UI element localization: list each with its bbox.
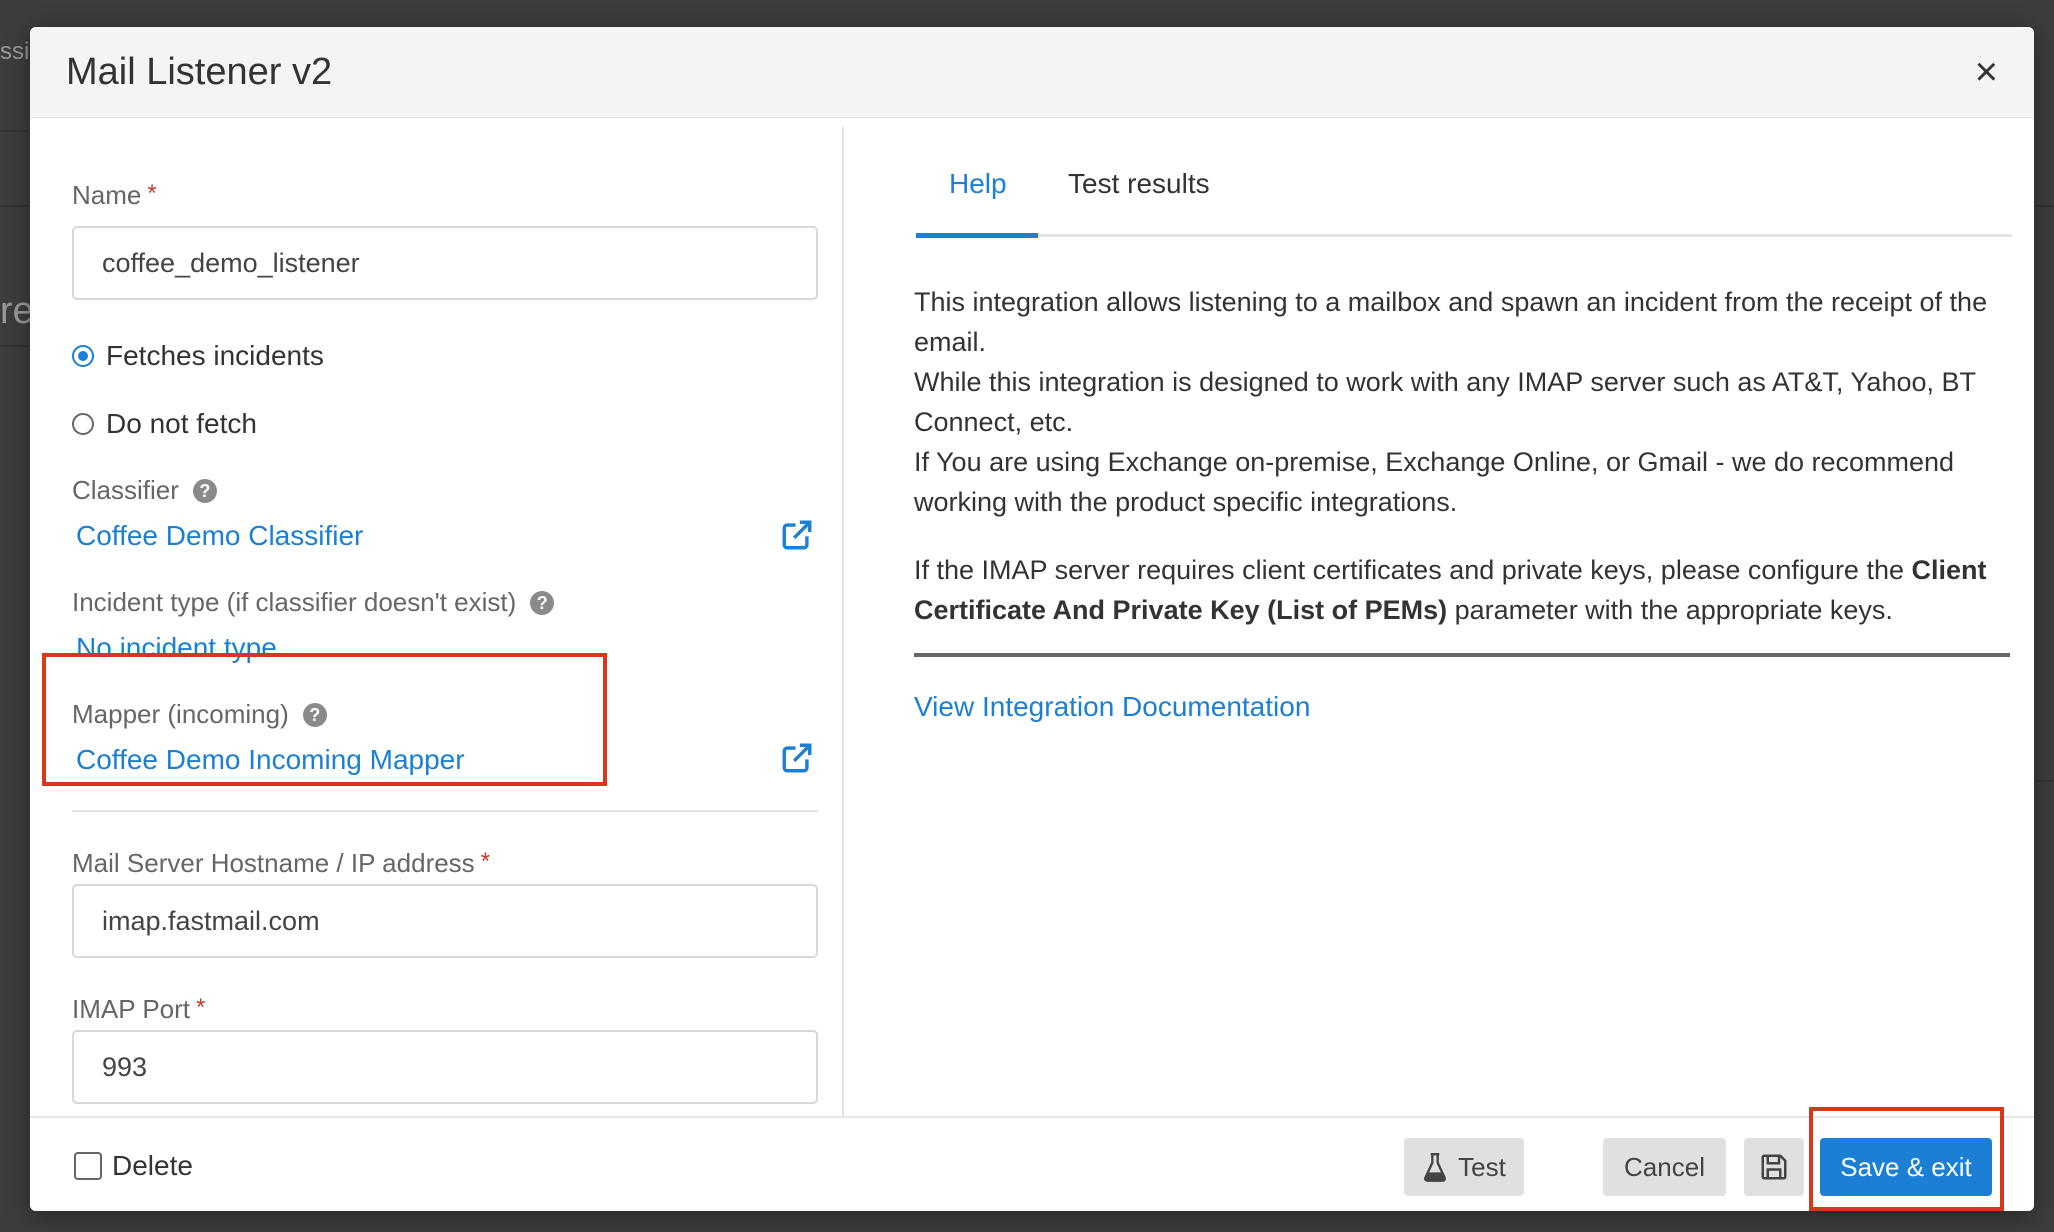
radio-button-checked[interactable] [72,345,94,367]
help-paragraph: This integration allows listening to a m… [914,287,1988,357]
radio-label: Do not fetch [106,408,257,439]
classifier-label-text: Classifier [72,475,179,505]
radio-do-not-fetch[interactable]: Do not fetch [72,408,257,440]
question-circle-icon[interactable]: ? [530,591,555,615]
help-panel: Help Test results This integration allow… [846,118,2034,1136]
background-divider [0,345,30,347]
help-paragraph: If the IMAP server requires client certi… [914,550,2024,630]
classifier-label: Classifier? [72,475,217,506]
help-certificates-note: If the IMAP server requires client certi… [914,550,2024,630]
imap-port-label-text: IMAP Port [72,994,191,1024]
question-circle-icon[interactable]: ? [192,479,217,503]
test-button-label: Test [1458,1152,1506,1182]
tabs-underline [916,234,2012,237]
help-paragraph: If You are using Exchange on-premise, Ex… [914,447,1955,517]
incident-type-label-text: Incident type (if classifier doesn't exi… [72,587,517,617]
classifier-link[interactable]: Coffee Demo Classifier [76,520,363,552]
mapper-label-text: Mapper (incoming) [72,699,289,729]
flask-icon [1424,1152,1447,1182]
test-button[interactable]: Test [1404,1138,1524,1196]
hostname-label: Mail Server Hostname / IP address * [72,848,490,879]
help-divider [914,653,2010,657]
name-input[interactable]: coffee_demo_listener [72,226,818,300]
external-link-icon[interactable] [780,518,814,552]
hostname-label-text: Mail Server Hostname / IP address [72,848,475,878]
cancel-button[interactable]: Cancel [1603,1138,1726,1196]
name-label: Name * [72,180,157,211]
hostname-input[interactable]: imap.fastmail.com [72,884,818,958]
required-mark: * [480,848,491,875]
save-and-exit-button[interactable]: Save & exit [1820,1138,1992,1196]
help-paragraph: While this integration is designed to wo… [914,367,1976,437]
required-mark: * [147,180,157,207]
imap-port-input[interactable]: 993 [72,1030,818,1104]
close-icon[interactable]: × [1975,47,1998,97]
integration-settings-modal: Mail Listener v2 × Name * coffee_demo_lis… [30,27,2034,1211]
radio-button[interactable] [72,413,94,435]
view-documentation-link[interactable]: View Integration Documentation [914,691,1310,723]
modal-footer: Delete Test Cancel Save & exit [30,1116,2034,1211]
modal-header: Mail Listener v2 × [30,27,2034,118]
delete-label: Delete [112,1150,193,1181]
radio-fetches-incidents[interactable]: Fetches incidents [72,340,324,372]
incident-type-label: Incident type (if classifier doesn't exi… [72,587,555,618]
question-circle-icon[interactable]: ? [302,703,327,727]
help-description: This integration allows listening to a m… [914,282,2024,522]
background-divider [0,130,30,132]
mapper-link[interactable]: Coffee Demo Incoming Mapper [76,744,465,776]
save-button[interactable] [1744,1138,1804,1196]
floppy-disk-icon [1761,1154,1787,1180]
name-label-text: Name [72,180,142,210]
active-tab-indicator [916,233,1038,238]
background-divider [0,205,30,207]
incident-type-link[interactable]: No incident type [76,632,277,664]
section-divider [72,810,818,812]
pane-divider [842,127,844,1132]
modal-title: Mail Listener v2 [66,51,333,93]
imap-port-label: IMAP Port * [72,994,205,1025]
external-link-icon[interactable] [780,741,814,775]
mapper-label: Mapper (incoming)? [72,699,327,730]
radio-label: Fetches incidents [106,340,324,371]
tab-test-results[interactable]: Test results [1068,168,1210,200]
background-text-fragment: ssi [0,38,30,65]
settings-form: Name * coffee_demo_listener Fetches incid… [30,118,842,1136]
help-text-span: If the IMAP server requires client certi… [914,555,1912,585]
help-text-span: parameter with the appropriate keys. [1447,595,1893,625]
background-divider [2034,780,2054,782]
required-mark: * [196,994,206,1021]
background-text-fragment: re [0,290,34,332]
delete-checkbox[interactable] [74,1152,102,1180]
tab-help[interactable]: Help [949,168,1007,200]
background-divider [2034,205,2054,207]
